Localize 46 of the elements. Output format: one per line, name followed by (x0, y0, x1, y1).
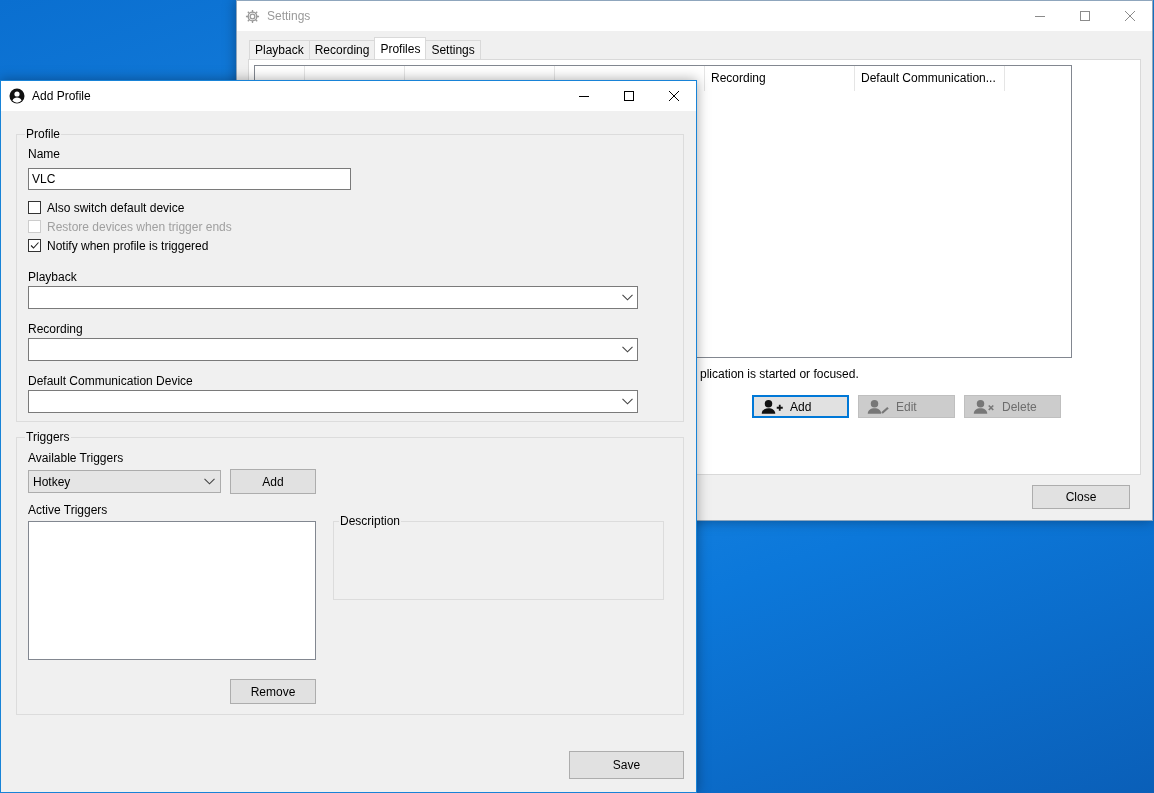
gear-icon (245, 8, 260, 24)
tab[interactable]: Recording (308, 40, 376, 59)
name-input-field[interactable]: VLC (28, 168, 351, 190)
field-label: Active Triggers (28, 502, 109, 518)
window-title: Settings (267, 9, 311, 23)
close-button[interactable]: Close (1032, 485, 1130, 509)
maximize-icon (1079, 11, 1090, 21)
checkmark-icon (29, 240, 40, 251)
tab[interactable]: Playback (249, 40, 310, 59)
checkbox-label: Restore devices when trigger ends (47, 219, 232, 234)
tab[interactable]: Profiles (374, 37, 427, 59)
dropdown-value: Hotkey (33, 474, 72, 489)
group-title: Profile (25, 127, 61, 141)
column-header[interactable]: Recording (705, 66, 855, 91)
active-triggers-list[interactable] (28, 521, 316, 660)
close-icon (668, 91, 679, 101)
column-header[interactable]: Default Communication... (855, 66, 1005, 91)
checkbox[interactable] (28, 201, 41, 214)
add-trigger-button[interactable]: Add (230, 469, 316, 494)
hint-text: plication is started or focused. (700, 367, 859, 381)
chevron-down-icon (622, 294, 633, 301)
save-button[interactable]: Save (569, 751, 684, 779)
group-title: Triggers (25, 430, 71, 444)
checkbox[interactable] (28, 239, 41, 252)
trigger-dropdown[interactable]: Hotkey (28, 470, 221, 493)
remove-button[interactable]: Remove (230, 679, 316, 704)
user-icon (9, 88, 25, 104)
chevron-down-icon (204, 478, 215, 485)
checkbox-label: Notify when profile is triggered (47, 238, 209, 253)
profile-add-button[interactable]: Add (752, 395, 849, 418)
field-label: Playback (28, 269, 78, 285)
checkbox-label: Also switch default device (47, 200, 185, 215)
field-label: Available Triggers (28, 450, 125, 466)
device-dropdown[interactable] (28, 390, 638, 413)
device-dropdown[interactable] (28, 338, 638, 361)
close-icon (1124, 11, 1135, 21)
window-title: Add Profile (32, 89, 91, 103)
device-dropdown[interactable] (28, 286, 638, 309)
chevron-down-icon (622, 398, 633, 405)
tab[interactable]: Settings (425, 40, 481, 59)
field-label: Recording (28, 321, 84, 337)
field-label: Default Communication Device (28, 373, 194, 389)
maximize-icon (623, 91, 634, 101)
field-label: Name (28, 146, 61, 162)
chevron-down-icon (622, 346, 633, 353)
group-title: Description (339, 514, 402, 528)
